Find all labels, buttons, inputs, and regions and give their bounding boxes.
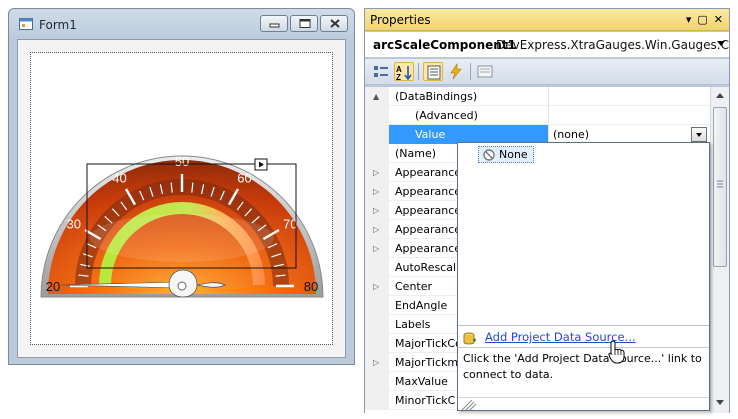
properties-titlebar[interactable]: Properties ▾ ▢ ✕ (365, 9, 729, 31)
component-type: DevExpress.XtraGauges.Win.Gauges.Circu (496, 38, 729, 52)
gauge-scale-label: 30 (67, 217, 81, 232)
data-binding-dropdown: None Add Project Data Source... Click th… (457, 142, 710, 411)
expand-icon[interactable]: ▷ (373, 282, 379, 291)
gauge-scale-label: 70 (283, 217, 297, 232)
categorized-button[interactable] (371, 62, 391, 81)
window-icon[interactable]: ▢ (697, 13, 707, 26)
property-pages-icon (477, 65, 493, 78)
property-name: (DataBindings) (395, 90, 478, 103)
database-icon (463, 332, 476, 345)
property-name: Value (415, 128, 446, 141)
property-row-gutter (365, 372, 389, 391)
chevron-down-icon (696, 133, 702, 137)
value-dropdown-button[interactable] (691, 127, 707, 142)
gauge-glass-highlight (90, 214, 274, 262)
none-option[interactable]: None (478, 146, 534, 163)
property-row-gutter (365, 296, 389, 315)
svg-text:Z: Z (396, 73, 401, 82)
pin-icon[interactable]: ▾ (686, 13, 692, 26)
resize-grip-icon (461, 399, 477, 410)
properties-title: Properties (370, 13, 431, 27)
gauge-scale-label: 40 (112, 171, 126, 186)
expand-icon[interactable]: ▷ (373, 206, 379, 215)
property-name: (Advanced) (415, 109, 478, 122)
property-row-gutter (365, 144, 389, 163)
property-row-gutter (365, 258, 389, 277)
maximize-icon (299, 19, 311, 28)
property-pages-button[interactable] (475, 62, 495, 81)
none-icon (483, 149, 495, 161)
popup-description: Click the 'Add Project Data Source...' l… (458, 347, 709, 397)
property-row-gutter (365, 125, 389, 144)
form-window: Form1 20 30 40 50 60 70 80 (8, 8, 355, 365)
close-button[interactable] (320, 15, 348, 32)
expand-icon[interactable]: ▷ (373, 358, 379, 367)
gauge-scale-label: 20 (46, 279, 60, 294)
form-title: Form1 (39, 18, 77, 32)
properties-button[interactable] (423, 62, 443, 81)
gauge-hub (177, 281, 187, 291)
property-row-gutter: ▷ (365, 353, 389, 372)
property-row-gutter (365, 315, 389, 334)
gauge-scale-label: 50 (175, 154, 189, 169)
component-name: arcScaleComponent1 (373, 38, 516, 52)
expand-icon[interactable]: ▷ (373, 244, 379, 253)
component-selector[interactable]: arcScaleComponent1 DevExpress.XtraGauges… (365, 32, 729, 58)
close-icon[interactable]: ✕ (714, 13, 723, 26)
categorized-icon (374, 66, 388, 77)
properties-toolbar: AZ (365, 59, 729, 85)
events-button[interactable] (446, 62, 466, 81)
expand-icon[interactable]: ▷ (373, 187, 379, 196)
property-row-gutter: ▷ (365, 239, 389, 258)
collapse-icon[interactable]: ▲ (373, 92, 379, 101)
resize-grip[interactable] (458, 397, 709, 410)
events-icon (450, 63, 462, 80)
close-icon (330, 19, 340, 28)
property-row[interactable]: ▲ (DataBindings) (365, 87, 710, 106)
form-client-area: 20 30 40 50 60 70 80 (17, 39, 346, 358)
form-icon (19, 18, 33, 30)
property-row-gutter: ▷ (365, 201, 389, 220)
gauge-scale-label: 80 (304, 279, 318, 294)
maximize-button[interactable] (290, 15, 318, 32)
form-titlebar[interactable]: Form1 (9, 9, 354, 37)
none-option-label: None (499, 148, 528, 161)
alphabetical-icon: AZ (396, 65, 412, 82)
property-row-gutter: ▷ (365, 163, 389, 182)
hand-cursor-icon (608, 340, 625, 364)
form-design-surface: 20 30 40 50 60 70 80 (30, 52, 333, 345)
property-row-gutter (365, 106, 389, 125)
property-row-gutter: ▷ (365, 220, 389, 239)
scrollbar-thumb[interactable] (713, 107, 727, 267)
properties-icon (427, 65, 441, 80)
property-row-gutter (365, 391, 389, 410)
arc-gauge[interactable]: 20 30 40 50 60 70 80 (31, 53, 334, 346)
chevron-down-icon[interactable] (717, 41, 725, 46)
property-value[interactable]: (none) (553, 128, 589, 141)
property-row-gutter: ▲ (365, 87, 389, 106)
minimize-icon (269, 23, 280, 28)
add-data-source-area: Add Project Data Source... (458, 325, 709, 347)
minimize-button[interactable] (260, 15, 288, 32)
property-row-gutter (365, 334, 389, 353)
scroll-up-icon[interactable] (716, 93, 724, 98)
alphabetical-button[interactable]: AZ (394, 62, 414, 82)
expand-icon[interactable]: ▷ (373, 168, 379, 177)
scroll-down-icon[interactable] (716, 400, 724, 405)
property-row[interactable]: (Advanced) (365, 106, 710, 125)
property-grid-scrollbar[interactable] (710, 87, 729, 413)
expand-icon[interactable]: ▷ (373, 225, 379, 234)
property-row-gutter: ▷ (365, 277, 389, 296)
property-row-gutter: ▷ (365, 182, 389, 201)
gauge-scale-label: 60 (237, 171, 251, 186)
